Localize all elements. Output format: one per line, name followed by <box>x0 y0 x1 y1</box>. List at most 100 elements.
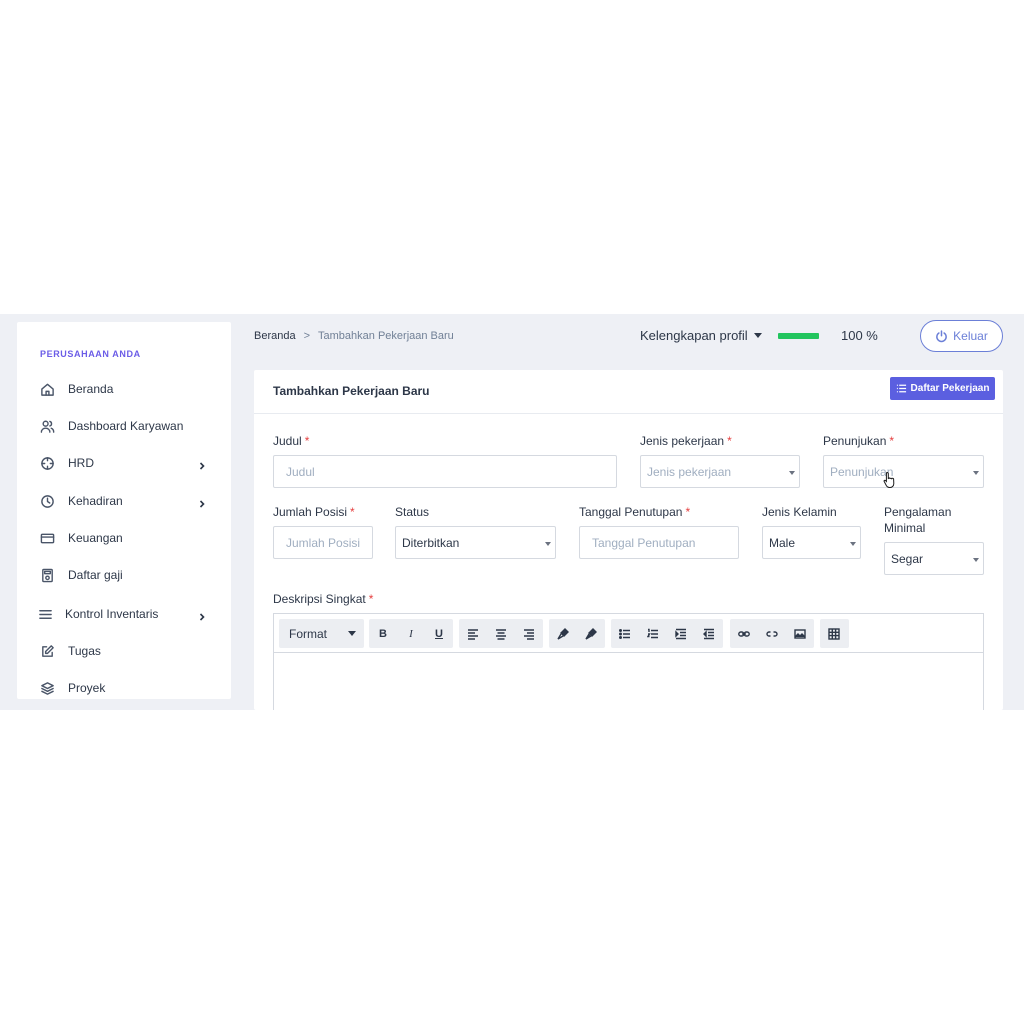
underline-button[interactable]: U <box>425 619 453 648</box>
crosshair-icon <box>39 455 55 471</box>
sidebar-item-label: Proyek <box>68 681 106 695</box>
sidebar-item-beranda[interactable]: Beranda <box>17 374 231 404</box>
text-style-group: B I U <box>369 619 453 648</box>
tanggal-penutupan-label: Tanggal Penutupan * <box>579 505 691 519</box>
sidebar: PERUSAHAAN ANDA Beranda Dashboard Karyaw… <box>17 322 231 699</box>
caret-down-icon <box>348 631 356 636</box>
table-button[interactable] <box>820 619 848 648</box>
brush-icon <box>557 627 569 640</box>
sidebar-item-label: HRD <box>68 456 94 470</box>
home-icon <box>39 381 55 397</box>
calculator-icon <box>39 567 55 583</box>
image-button[interactable] <box>786 619 814 648</box>
sidebar-item-label: Kehadiran <box>68 494 123 508</box>
penunjukan-select[interactable]: Penunjukan <box>823 455 984 488</box>
sidebar-item-label: Beranda <box>68 382 114 396</box>
align-right-button[interactable] <box>515 619 543 648</box>
dropdown-arrow-icon <box>789 471 795 475</box>
pengalaman-minimal-select[interactable]: Segar <box>884 542 984 575</box>
align-left-button[interactable] <box>459 619 487 648</box>
sidebar-item-kehadiran[interactable]: Kehadiran <box>17 486 231 516</box>
clock-icon <box>39 493 55 509</box>
align-left-icon <box>468 628 478 640</box>
edit-icon <box>39 643 55 659</box>
image-icon <box>794 628 806 639</box>
judul-label: Judul * <box>273 434 310 448</box>
jumlah-posisi-input[interactable]: Jumlah Posisi <box>273 526 373 559</box>
status-select[interactable]: Diterbitkan <box>395 526 556 559</box>
outdent-button[interactable] <box>695 619 723 648</box>
sidebar-item-label: Kontrol Inventaris <box>65 607 159 621</box>
dropdown-arrow-icon <box>973 558 979 562</box>
chevron-right-icon <box>198 496 206 508</box>
logout-button[interactable]: Keluar <box>920 320 1003 352</box>
indent-button[interactable] <box>667 619 695 648</box>
align-right-icon <box>524 628 534 640</box>
paint-group <box>549 619 605 648</box>
sidebar-item-label: Keuangan <box>68 531 123 545</box>
align-center-icon <box>496 628 506 640</box>
sidebar-title: PERUSAHAAN ANDA <box>40 349 141 359</box>
numbered-list-button[interactable] <box>639 619 667 648</box>
numbered-list-icon <box>647 628 658 638</box>
format-painter-button[interactable] <box>577 619 605 648</box>
unlink-button[interactable] <box>758 619 786 648</box>
sidebar-item-daftar-gaji[interactable]: Daftar gaji <box>17 560 231 590</box>
rich-text-editor[interactable]: Format B I U <box>273 613 984 710</box>
profile-progress-fill <box>778 333 819 339</box>
sidebar-item-proyek[interactable]: Proyek <box>17 673 231 703</box>
link-button[interactable] <box>730 619 758 648</box>
power-icon <box>936 329 948 342</box>
sidebar-item-dashboard-karyawan[interactable]: Dashboard Karyawan <box>17 411 231 441</box>
caret-down-icon <box>753 333 762 338</box>
jenis-kelamin-select[interactable]: Male <box>762 526 861 559</box>
link-group <box>730 619 814 648</box>
jenis-pekerjaan-select[interactable]: Jenis pekerjaan <box>640 455 800 488</box>
align-center-button[interactable] <box>487 619 515 648</box>
clear-format-button[interactable] <box>549 619 577 648</box>
sidebar-item-tugas[interactable]: Tugas <box>17 636 231 666</box>
unlink-icon <box>766 630 778 637</box>
sidebar-item-label: Dashboard Karyawan <box>68 419 184 433</box>
card-header: Tambahkan Pekerjaan Baru Daftar Pekerjaa… <box>254 370 1003 414</box>
sidebar-item-kontrol-inventaris[interactable]: Kontrol Inventaris <box>17 599 231 629</box>
format-dropdown[interactable]: Format <box>279 619 364 648</box>
list-group <box>611 619 723 648</box>
breadcrumb-home-link[interactable]: Beranda <box>254 330 296 342</box>
pengalaman-minimal-label: Pengalaman Minimal <box>884 505 952 535</box>
logout-label: Keluar <box>953 329 988 343</box>
profile-progress-text: 100 % <box>841 328 878 343</box>
penunjukan-label: Penunjukan * <box>823 434 895 448</box>
italic-button[interactable]: I <box>397 619 425 648</box>
app-frame: PERUSAHAAN ANDA Beranda Dashboard Karyaw… <box>0 314 1024 710</box>
bullet-list-button[interactable] <box>611 619 639 648</box>
jenis-kelamin-label: Jenis Kelamin <box>762 505 837 519</box>
breadcrumb: Beranda > Tambahkan Pekerjaan Baru <box>254 330 454 342</box>
jenis-pekerjaan-label: Jenis pekerjaan * <box>640 434 732 448</box>
profile-completeness-dropdown[interactable]: Kelengkapan profil <box>640 328 762 343</box>
card-title: Tambahkan Pekerjaan Baru <box>273 384 430 398</box>
credit-card-icon <box>39 530 55 546</box>
job-list-button[interactable]: Daftar Pekerjaan <box>890 377 995 400</box>
judul-input[interactable]: Judul <box>273 455 617 488</box>
breadcrumb-separator: > <box>303 330 311 342</box>
jumlah-posisi-label: Jumlah Posisi * <box>273 505 355 519</box>
sidebar-item-label: Daftar gaji <box>68 568 123 582</box>
indent-icon <box>675 628 686 639</box>
bold-button[interactable]: B <box>369 619 397 648</box>
sidebar-item-keuangan[interactable]: Keuangan <box>17 523 231 553</box>
bullet-list-icon <box>619 628 630 639</box>
profile-completeness-label: Kelengkapan profil <box>640 328 748 343</box>
add-job-card: Tambahkan Pekerjaan Baru Daftar Pekerjaa… <box>254 370 1003 710</box>
dropdown-arrow-icon <box>973 471 979 475</box>
sidebar-item-hrd[interactable]: HRD <box>17 448 231 478</box>
users-icon <box>39 418 55 434</box>
hand-pointer-icon <box>883 471 895 488</box>
dropdown-arrow-icon <box>850 542 856 546</box>
list-icon <box>896 384 906 393</box>
chevron-right-icon <box>198 609 206 621</box>
sidebar-item-label: Tugas <box>68 644 101 658</box>
job-list-label: Daftar Pekerjaan <box>910 383 990 394</box>
tanggal-penutupan-input[interactable]: Tanggal Penutupan <box>579 526 739 559</box>
breadcrumb-current: Tambahkan Pekerjaan Baru <box>318 330 454 342</box>
